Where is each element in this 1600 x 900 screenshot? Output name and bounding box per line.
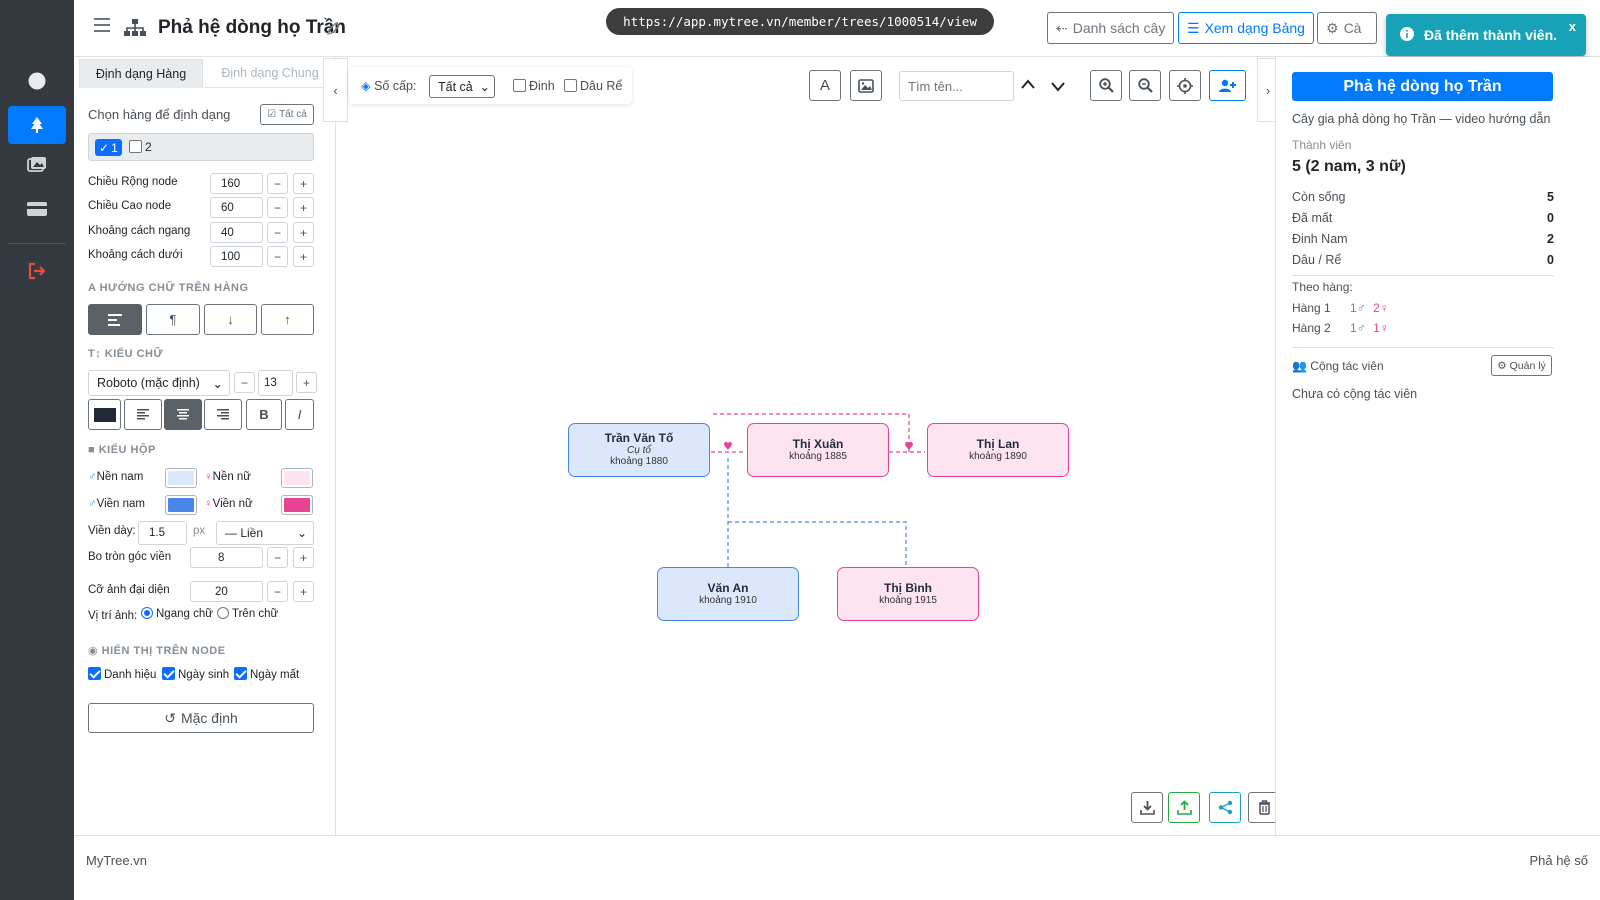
stat-value: 5: [1547, 190, 1554, 204]
row-stat: Hàng 2 1♂ 1♀: [1292, 321, 1554, 348]
stat-alive: Còn sống 5: [1292, 190, 1554, 204]
collaborators-label-text: Cộng tác viên: [1310, 359, 1384, 373]
row-stat-male: 1♂: [1350, 321, 1366, 335]
row-stat: Hàng 1 1♂ 2♀: [1292, 301, 1389, 315]
row-stat-female: 1♀: [1373, 321, 1389, 335]
stat-label: Đinh Nam: [1292, 232, 1348, 246]
gear-icon: ⚙: [1497, 359, 1507, 372]
row-stat-label: Hàng 2: [1292, 321, 1331, 335]
stat-label: Dâu / Rể: [1292, 253, 1342, 267]
node-name: Thị Lan: [976, 437, 1020, 451]
tree-node[interactable]: Văn An khoảng 1910: [657, 567, 799, 621]
stat-male-lineage: Đinh Nam 2: [1292, 232, 1554, 246]
row-stat-female: 2♀: [1373, 301, 1389, 315]
node-title: Cụ tổ: [627, 445, 651, 456]
footer-brand[interactable]: MyTree.vn: [86, 853, 147, 868]
manage-collaborators-button[interactable]: ⚙ Quản lý: [1491, 355, 1552, 376]
upload-icon[interactable]: [1168, 792, 1200, 823]
node-name: Văn An: [707, 581, 749, 595]
node-name: Trần Văn Tố: [604, 431, 674, 445]
download-icon[interactable]: [1131, 792, 1163, 823]
members-count: 5 (2 nam, 3 nữ): [1292, 158, 1406, 175]
row-stat-male: 1♂: [1350, 301, 1366, 315]
node-name: Thị Xuân: [792, 437, 844, 451]
tree-node[interactable]: Thị Bình khoảng 1915: [837, 567, 979, 621]
collaborators-label: 👥 Cộng tác viên: [1292, 359, 1384, 373]
node-year: khoảng 1890: [969, 451, 1027, 462]
users-icon: 👥: [1292, 359, 1311, 373]
footer: MyTree.vn Phả hệ số: [74, 835, 1600, 900]
node-name: Thị Bình: [884, 581, 932, 595]
tree-node[interactable]: Thị Lan khoảng 1890: [927, 423, 1069, 477]
manage-label: Quản lý: [1509, 359, 1546, 372]
tree-node[interactable]: Trần Văn Tố Cụ tổ khoảng 1880: [568, 423, 710, 477]
stat-value: 0: [1547, 253, 1554, 267]
stat-deceased: Đã mất 0: [1292, 211, 1554, 225]
node-year: khoảng 1910: [699, 595, 757, 606]
tree-info-panel: Phả hệ dòng họ Trần Cây gia phả dòng họ …: [1275, 57, 1600, 835]
footer-right-text: Phả hệ số: [1529, 853, 1588, 868]
members-label: Thành viên: [1292, 138, 1352, 152]
tree-description: Cây gia phả dòng họ Trần — video hướng d…: [1292, 112, 1551, 126]
node-year: khoảng 1915: [879, 595, 937, 606]
tree-title-button[interactable]: Phả hệ dòng họ Trần: [1292, 72, 1553, 101]
share-icon[interactable]: [1209, 792, 1241, 823]
stat-value: 2: [1547, 232, 1554, 246]
stat-in-laws: Dâu / Rể 0: [1292, 253, 1554, 276]
by-row-label: Theo hàng:: [1292, 280, 1353, 294]
stat-label: Đã mất: [1292, 211, 1333, 225]
row-stat-label: Hàng 1: [1292, 301, 1331, 315]
stat-label: Còn sống: [1292, 190, 1346, 204]
stat-value: 0: [1547, 211, 1554, 225]
tree-node[interactable]: Thị Xuân khoảng 1885: [747, 423, 889, 477]
node-year: khoảng 1880: [610, 456, 668, 467]
node-year: khoảng 1885: [789, 451, 847, 462]
no-collaborators-text: Chưa có cộng tác viên: [1292, 387, 1418, 401]
